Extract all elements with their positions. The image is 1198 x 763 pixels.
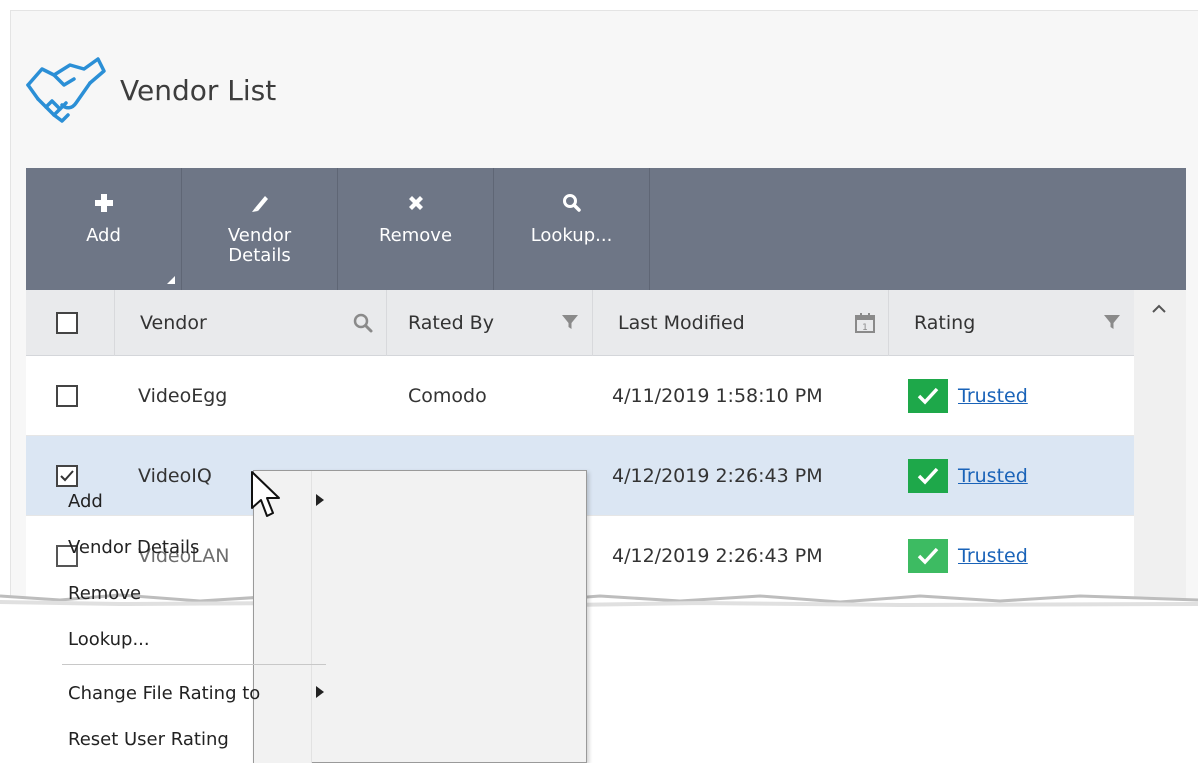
x-icon [408, 196, 423, 210]
vendor-details-button[interactable]: Vendor Details [182, 168, 338, 290]
vendor-details-button-label: Vendor Details [227, 225, 292, 266]
trusted-link[interactable]: Trusted [958, 545, 1028, 567]
checkmark-icon [908, 539, 948, 573]
context-menu-separator [62, 664, 326, 665]
remove-button-label: Remove [378, 225, 453, 246]
context-menu-item-reset-user-rating[interactable]: Reset User Rating [60, 717, 330, 761]
last-modified-cell: 4/12/2019 2:26:43 PM [612, 465, 823, 487]
table-header: Vendor Rated By Last Modified 1 Rating [26, 290, 1134, 356]
context-menu-item-lookup-label: Lookup... [68, 628, 150, 650]
column-header-last-modified-label: Last Modified [618, 312, 745, 334]
rating-cell: Trusted [908, 436, 1028, 516]
page-header: Vendor List [24, 55, 276, 125]
context-menu-item-remove[interactable]: Remove [60, 571, 330, 615]
last-modified-cell: 4/11/2019 1:58:10 PM [612, 385, 823, 407]
table-row[interactable]: VideoEgg Comodo 4/11/2019 1:58:10 PM Tru… [26, 356, 1134, 436]
context-menu-item-remove-label: Remove [68, 582, 142, 604]
checkmark-icon [908, 379, 948, 413]
vendor-cell: VideoEgg [138, 385, 228, 407]
last-modified-cell: 4/12/2019 2:26:43 PM [612, 545, 823, 567]
submenu-arrow-icon [316, 494, 324, 506]
dropdown-corner-icon[interactable] [167, 276, 175, 284]
page-title: Vendor List [120, 73, 277, 107]
context-menu-item-vendor-details[interactable]: Vendor Details [60, 525, 330, 569]
add-button-label: Add [86, 225, 121, 246]
toolbar: Add Vendor Details Remove Lookup... [26, 168, 1186, 290]
search-icon [562, 194, 581, 212]
column-header-vendor-label: Vendor [140, 312, 207, 334]
mouse-pointer-icon [251, 471, 280, 517]
search-icon[interactable] [352, 312, 374, 334]
calendar-icon-digit: 1 [862, 323, 868, 333]
select-all-cell [56, 290, 78, 356]
context-menu-item-add[interactable]: Add [60, 479, 330, 523]
column-header-vendor[interactable]: Vendor [114, 290, 386, 356]
chevron-up-icon[interactable] [1152, 304, 1166, 314]
checkmark-icon [908, 459, 948, 493]
column-header-rated-by[interactable]: Rated By [386, 290, 592, 356]
context-menu-item-lookup[interactable]: Lookup... [60, 617, 330, 661]
context-menu-item-reset-user-rating-label: Reset User Rating [68, 728, 229, 750]
column-header-rating-label: Rating [914, 312, 976, 334]
lookup-button-label: Lookup... [530, 225, 613, 246]
plus-icon [94, 194, 113, 212]
calendar-icon[interactable]: 1 [854, 312, 876, 334]
add-button[interactable]: Add [26, 168, 182, 290]
rating-cell: Trusted [908, 356, 1028, 436]
select-all-checkbox[interactable] [56, 312, 78, 334]
context-menu-item-add-label: Add [68, 490, 103, 512]
trusted-link[interactable]: Trusted [958, 465, 1028, 487]
column-header-rated-by-label: Rated By [408, 312, 494, 334]
context-menu-item-change-file-rating[interactable]: Change File Rating to [60, 671, 330, 715]
rated-by-cell: Comodo [408, 385, 487, 407]
trusted-link[interactable]: Trusted [958, 385, 1028, 407]
remove-button[interactable]: Remove [338, 168, 494, 290]
column-header-last-modified[interactable]: Last Modified 1 [592, 290, 888, 356]
rating-cell: Trusted [908, 516, 1028, 596]
context-menu-item-vendor-details-label: Vendor Details [68, 536, 200, 558]
row-checkbox[interactable] [56, 385, 78, 407]
handshake-icon [26, 57, 106, 123]
pencil-icon [251, 196, 268, 212]
lookup-button[interactable]: Lookup... [494, 168, 650, 290]
filter-icon[interactable] [560, 312, 580, 332]
vertical-scrollbar[interactable] [1134, 290, 1186, 600]
submenu-arrow-icon [316, 686, 324, 698]
filter-icon[interactable] [1102, 312, 1122, 332]
context-menu-item-change-file-rating-label: Change File Rating to [68, 682, 261, 704]
column-header-rating[interactable]: Rating [888, 290, 1134, 356]
